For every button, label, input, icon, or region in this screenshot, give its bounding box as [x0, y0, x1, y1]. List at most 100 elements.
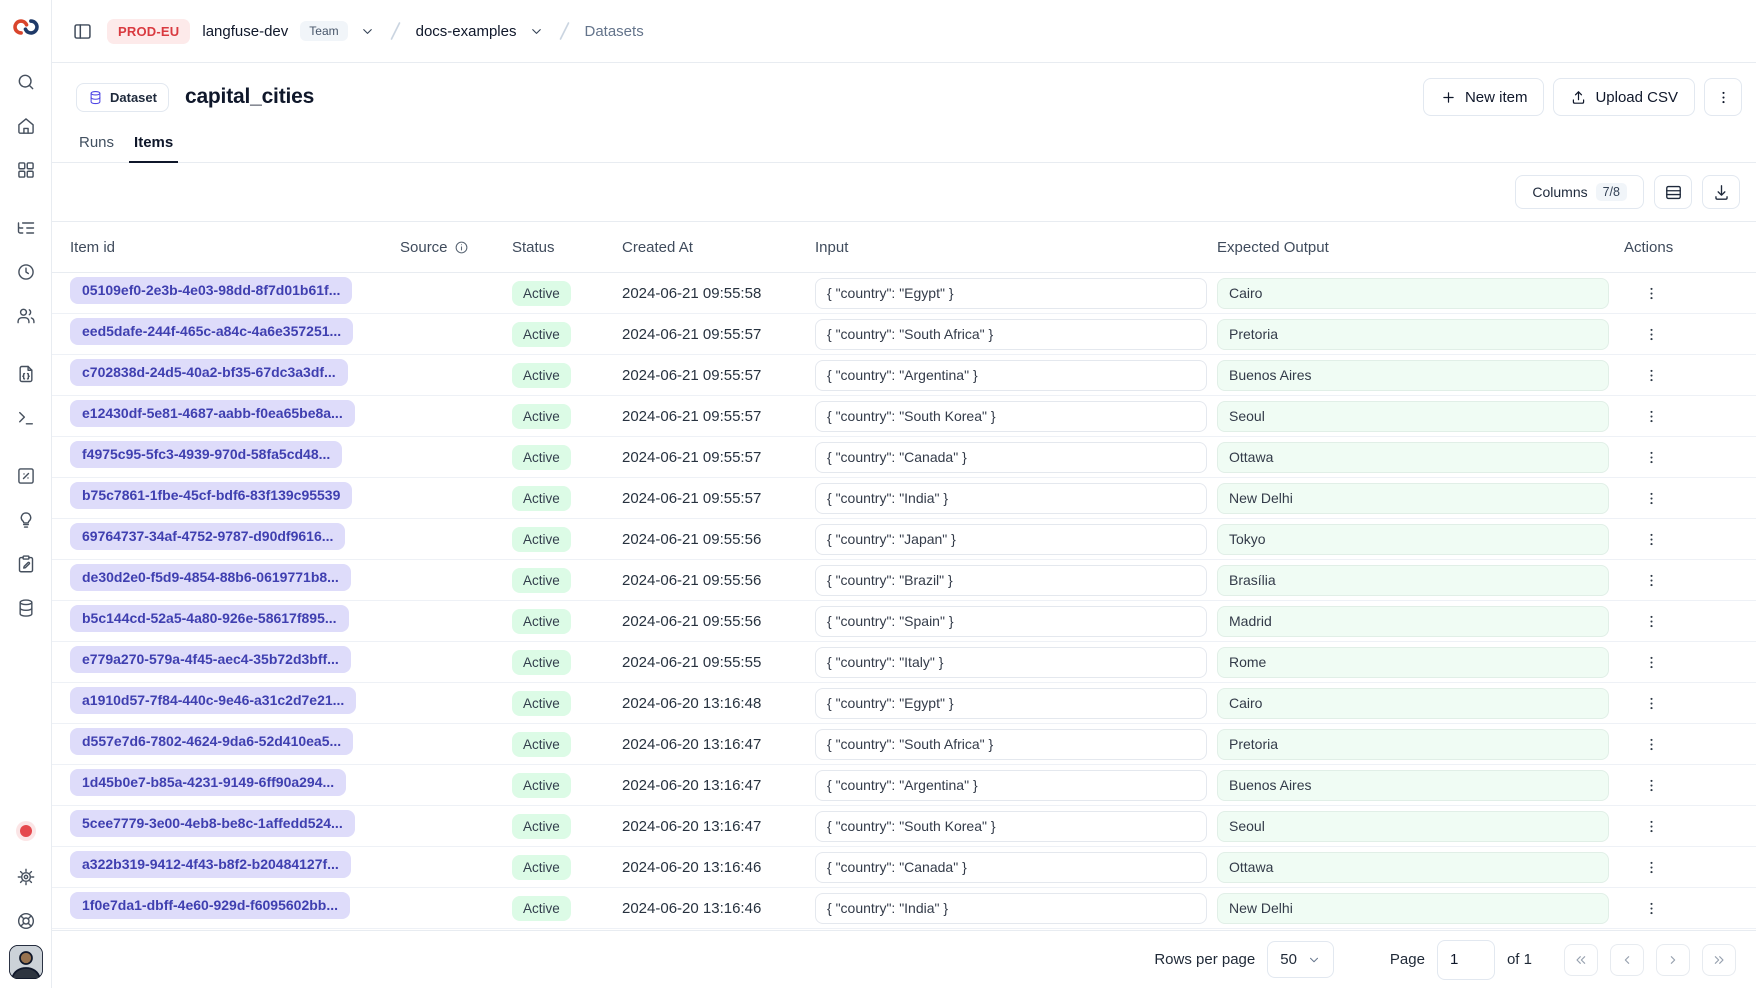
status-recording-dot[interactable] [20, 825, 32, 837]
input-cell[interactable]: { "country": "South Korea" } [815, 401, 1207, 432]
expected-output-cell[interactable]: Madrid [1217, 606, 1609, 637]
item-id-badge[interactable]: a1910d57-7f84-440c-9e46-a31c2d7e21... [70, 687, 356, 714]
item-id-badge[interactable]: d557e7d6-7802-4624-9da6-52d410ea5... [70, 728, 353, 755]
sidebar-item-users[interactable] [8, 298, 44, 334]
row-actions-button[interactable] [1636, 770, 1666, 800]
item-id-badge[interactable]: b5c144cd-52a5-4a80-926e-58617f895... [70, 605, 349, 632]
previous-page-button[interactable] [1610, 944, 1644, 976]
item-id-badge[interactable]: 05109ef0-2e3b-4e03-98dd-8f7d01b61f... [70, 277, 352, 304]
expected-output-cell[interactable]: Rome [1217, 647, 1609, 678]
expected-output-cell[interactable]: Seoul [1217, 401, 1609, 432]
sidebar-item-annotation[interactable] [8, 546, 44, 582]
sidebar-item-datasets[interactable] [8, 590, 44, 626]
breadcrumb-section[interactable]: Datasets [585, 23, 644, 40]
sidebar-item-support[interactable] [8, 903, 44, 939]
sidebar-item-playground[interactable] [8, 400, 44, 436]
column-header-created-at[interactable]: Created At [622, 239, 815, 256]
row-height-button[interactable] [1654, 175, 1692, 209]
column-header-status[interactable]: Status [512, 239, 622, 256]
input-cell[interactable]: { "country": "Argentina" } [815, 770, 1207, 801]
first-page-button[interactable] [1564, 944, 1598, 976]
org-switcher-chevron-down-icon[interactable] [360, 24, 375, 39]
item-id-badge[interactable]: b75c7861-1fbe-45cf-bdf6-83f139c95539 [70, 482, 352, 509]
sidebar-item-home[interactable] [8, 108, 44, 144]
row-actions-button[interactable] [1636, 893, 1666, 923]
row-actions-button[interactable] [1636, 565, 1666, 595]
item-id-badge[interactable]: 1f0e7da1-dbff-4e60-929d-f6095602bb... [70, 892, 350, 919]
more-actions-button[interactable] [1704, 78, 1742, 116]
row-actions-button[interactable] [1636, 811, 1666, 841]
column-header-source[interactable]: Source [400, 239, 512, 256]
sidebar-item-upgrade[interactable] [8, 502, 44, 538]
expected-output-cell[interactable]: Buenos Aires [1217, 770, 1609, 801]
expected-output-cell[interactable]: Ottawa [1217, 852, 1609, 883]
expected-output-cell[interactable]: Tokyo [1217, 524, 1609, 555]
item-id-badge[interactable]: f4975c95-5fc3-4939-970d-58fa5cd48... [70, 441, 342, 468]
item-id-badge[interactable]: de30d2e0-f5d9-4854-88b6-0619771b8... [70, 564, 351, 591]
info-icon[interactable] [454, 240, 469, 255]
input-cell[interactable]: { "country": "Canada" } [815, 852, 1207, 883]
column-header-expected-output[interactable]: Expected Output [1217, 239, 1624, 256]
sidebar-item-prompts[interactable] [8, 356, 44, 392]
item-id-badge[interactable]: 5cee7779-3e00-4eb8-be8c-1affedd524... [70, 810, 355, 837]
expected-output-cell[interactable]: Pretoria [1217, 319, 1609, 350]
sidebar-item-dashboard[interactable] [8, 152, 44, 188]
input-cell[interactable]: { "country": "Italy" } [815, 647, 1207, 678]
row-actions-button[interactable] [1636, 852, 1666, 882]
user-avatar[interactable] [9, 945, 43, 979]
expected-output-cell[interactable]: New Delhi [1217, 893, 1609, 924]
column-header-item-id[interactable]: Item id [70, 239, 400, 256]
project-switcher-chevron-down-icon[interactable] [529, 24, 544, 39]
columns-button[interactable]: Columns 7/8 [1515, 175, 1644, 209]
expected-output-cell[interactable]: Brasília [1217, 565, 1609, 596]
input-cell[interactable]: { "country": "India" } [815, 483, 1207, 514]
row-actions-button[interactable] [1636, 278, 1666, 308]
export-button[interactable] [1702, 175, 1740, 209]
input-cell[interactable]: { "country": "Canada" } [815, 442, 1207, 473]
item-id-badge[interactable]: 69764737-34af-4752-9787-d90df9616... [70, 523, 345, 550]
item-id-badge[interactable]: c702838d-24d5-40a2-bf35-67dc3a3df... [70, 359, 348, 386]
expected-output-cell[interactable]: Buenos Aires [1217, 360, 1609, 391]
input-cell[interactable]: { "country": "Japan" } [815, 524, 1207, 555]
input-cell[interactable]: { "country": "Egypt" } [815, 278, 1207, 309]
expected-output-cell[interactable]: Cairo [1217, 278, 1609, 309]
item-id-badge[interactable]: eed5dafe-244f-465c-a84c-4a6e357251... [70, 318, 353, 345]
page-number-input[interactable] [1437, 940, 1495, 980]
item-id-badge[interactable]: 1d45b0e7-b85a-4231-9149-6ff90a294... [70, 769, 346, 796]
input-cell[interactable]: { "country": "South Africa" } [815, 729, 1207, 760]
row-actions-button[interactable] [1636, 319, 1666, 349]
expected-output-cell[interactable]: Pretoria [1217, 729, 1609, 760]
row-actions-button[interactable] [1636, 606, 1666, 636]
item-id-badge[interactable]: e12430df-5e81-4687-aabb-f0ea65be8a... [70, 400, 355, 427]
input-cell[interactable]: { "country": "South Africa" } [815, 319, 1207, 350]
input-cell[interactable]: { "country": "Argentina" } [815, 360, 1207, 391]
item-id-badge[interactable]: a322b319-9412-4f43-b8f2-b20484127f... [70, 851, 351, 878]
row-actions-button[interactable] [1636, 360, 1666, 390]
next-page-button[interactable] [1656, 944, 1690, 976]
input-cell[interactable]: { "country": "South Korea" } [815, 811, 1207, 842]
input-cell[interactable]: { "country": "Egypt" } [815, 688, 1207, 719]
input-cell[interactable]: { "country": "Brazil" } [815, 565, 1207, 596]
organization-name[interactable]: langfuse-dev [202, 23, 288, 40]
row-actions-button[interactable] [1636, 442, 1666, 472]
input-cell[interactable]: { "country": "Spain" } [815, 606, 1207, 637]
expected-output-cell[interactable]: New Delhi [1217, 483, 1609, 514]
row-actions-button[interactable] [1636, 729, 1666, 759]
tab-runs[interactable]: Runs [74, 134, 119, 162]
expected-output-cell[interactable]: Cairo [1217, 688, 1609, 719]
row-actions-button[interactable] [1636, 688, 1666, 718]
sidebar-item-search[interactable] [8, 64, 44, 100]
langfuse-logo-icon[interactable] [13, 14, 39, 40]
sidebar-toggle-button[interactable] [70, 19, 95, 44]
item-id-badge[interactable]: e779a270-579a-4f45-aec4-35b72d3bff... [70, 646, 351, 673]
row-actions-button[interactable] [1636, 483, 1666, 513]
expected-output-cell[interactable]: Seoul [1217, 811, 1609, 842]
row-actions-button[interactable] [1636, 524, 1666, 554]
sidebar-item-settings[interactable] [8, 859, 44, 895]
input-cell[interactable]: { "country": "India" } [815, 893, 1207, 924]
last-page-button[interactable] [1702, 944, 1736, 976]
project-name[interactable]: docs-examples [416, 23, 517, 40]
sidebar-item-tracing[interactable] [8, 210, 44, 246]
new-item-button[interactable]: New item [1423, 78, 1545, 116]
rows-per-page-select[interactable]: 50 [1267, 941, 1334, 978]
